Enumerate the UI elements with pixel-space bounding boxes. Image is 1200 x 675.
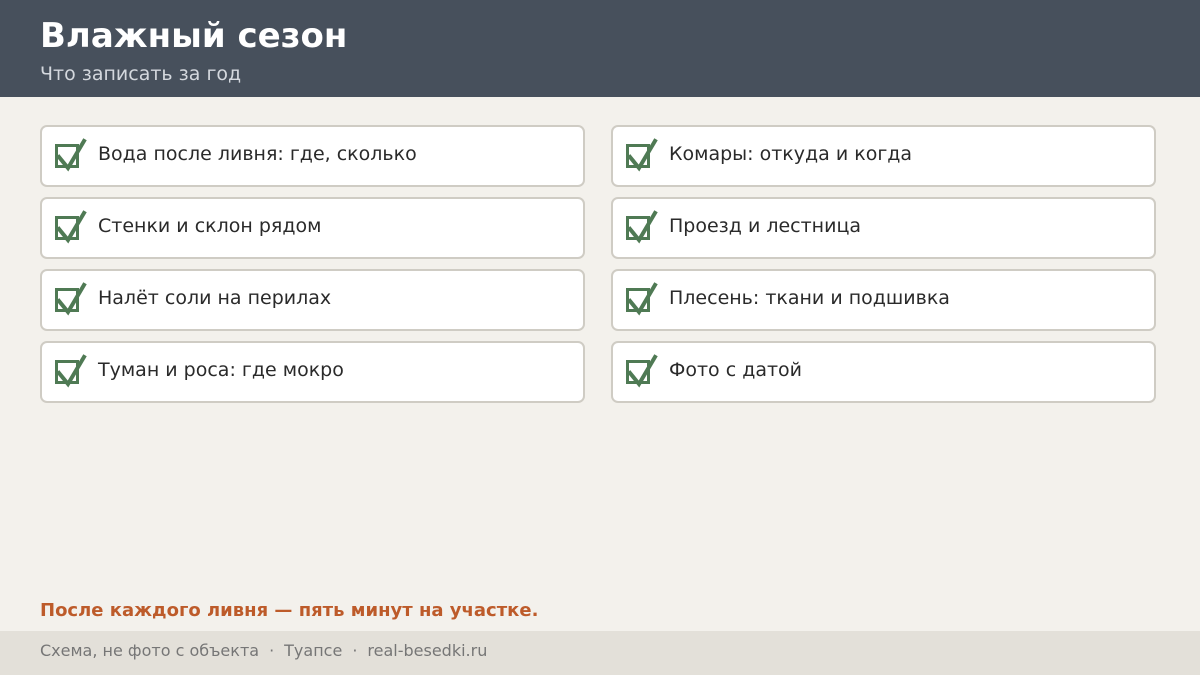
checklist-item[interactable]: Комары: откуда и когда — [611, 125, 1156, 187]
page-subtitle: Что записать за год — [40, 63, 242, 85]
checklist-item[interactable]: Плесень: ткани и подшивка — [611, 269, 1156, 331]
footer-separator: · — [269, 641, 275, 660]
checkbox-checked-icon[interactable] — [55, 138, 87, 172]
checklist-item[interactable]: Стенки и склон рядом — [40, 197, 585, 259]
checklist-item-label: Стенки и склон рядом — [98, 215, 322, 237]
checklist-item-label: Плесень: ткани и подшивка — [669, 287, 950, 309]
checklist-item-label: Вода после ливня: где, сколько — [98, 143, 417, 165]
footer-text: Схема, не фото с объекта · Туапсе · real-bes… — [40, 640, 487, 662]
checklist-item[interactable]: Фото с датой — [611, 341, 1156, 403]
page-title: Влажный сезон — [40, 16, 348, 56]
footer-site-link[interactable]: real-besedki.ru — [367, 641, 487, 660]
checklist-item[interactable]: Вода после ливня: где, сколько — [40, 125, 585, 187]
checklist-item-label: Проезд и лестница — [669, 215, 862, 237]
checkbox-checked-icon[interactable] — [626, 282, 658, 316]
checklist-item[interactable]: Проезд и лестница — [611, 197, 1156, 259]
footer-bar: Схема, не фото с объекта · Туапсе · real-bes… — [0, 631, 1200, 675]
rain-reminder-note: После каждого ливня — пять минут на учас… — [40, 600, 539, 621]
checklist-item[interactable]: Туман и роса: где мокро — [40, 341, 585, 403]
checklist-item-label: Фото с датой — [669, 359, 803, 381]
footer-caption: Схема, не фото с объекта — [40, 641, 260, 660]
checklist-item-label: Комары: откуда и когда — [669, 143, 913, 165]
checklist-item-label: Налёт соли на перилах — [98, 287, 332, 309]
checklist-item[interactable]: Налёт соли на перилах — [40, 269, 585, 331]
checkbox-checked-icon[interactable] — [626, 138, 658, 172]
checkbox-checked-icon[interactable] — [55, 354, 87, 388]
footer-location: Туапсе — [284, 641, 343, 660]
checklist-grid: Вода после ливня: где, сколько Комары: о… — [40, 125, 1156, 403]
header-bar: Влажный сезон Что записать за год — [0, 0, 1200, 97]
footer-separator: · — [352, 641, 358, 660]
checkbox-checked-icon[interactable] — [626, 354, 658, 388]
checkbox-checked-icon[interactable] — [55, 210, 87, 244]
checkbox-checked-icon[interactable] — [626, 210, 658, 244]
checkbox-checked-icon[interactable] — [55, 282, 87, 316]
checklist-item-label: Туман и роса: где мокро — [98, 359, 344, 381]
